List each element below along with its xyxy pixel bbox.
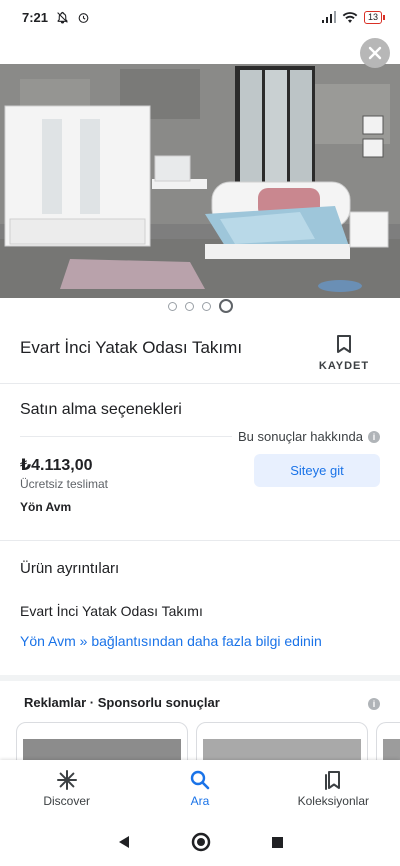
divider xyxy=(20,436,232,437)
collections-icon xyxy=(325,771,341,790)
back-icon[interactable] xyxy=(117,835,131,849)
about-results-label: Bu sonuçlar hakkında xyxy=(237,429,363,444)
close-button[interactable] xyxy=(360,38,390,68)
signal-icon xyxy=(321,11,336,23)
recents-icon[interactable] xyxy=(271,836,284,849)
search-icon xyxy=(190,770,210,790)
save-label: KAYDET xyxy=(318,360,370,372)
purchase-options-title: Satın alma seçenekleri xyxy=(20,401,182,418)
nav-label: Ara xyxy=(190,794,210,808)
carousel-dot-active[interactable] xyxy=(218,299,233,313)
product-title: Evart İnci Yatak Odası Takımı xyxy=(20,338,243,357)
carousel-dot[interactable] xyxy=(201,301,211,311)
nav-label: Discover xyxy=(43,794,90,808)
divider xyxy=(0,540,400,541)
more-info-link[interactable]: Yön Avm » bağlantısından daha fazla bilg… xyxy=(20,633,322,649)
product-description: Evart İnci Yatak Odası Takımı xyxy=(20,603,203,619)
ads-info-icon[interactable]: i xyxy=(368,698,380,710)
alarm-icon xyxy=(78,12,89,23)
bookmark-icon xyxy=(337,335,351,353)
visit-site-button[interactable]: Siteye git xyxy=(254,454,380,487)
close-icon xyxy=(368,46,382,60)
status-right: 13 xyxy=(321,10,386,24)
bedroom-set-image xyxy=(0,64,400,298)
product-header: Evart İnci Yatak Odası Takımı KAYDET xyxy=(0,326,400,382)
info-icon: i xyxy=(368,430,380,443)
bottom-navigation: Discover Ara Koleksiyonlar xyxy=(0,760,400,818)
about-results-link[interactable]: Bu sonuçlar hakkında i xyxy=(238,429,380,444)
divider xyxy=(0,383,400,384)
status-bar: 7:21 13 xyxy=(0,0,400,34)
wifi-icon xyxy=(342,12,358,23)
shipping-info: Ücretsiz teslimat xyxy=(20,477,109,491)
carousel-dot[interactable] xyxy=(184,301,194,311)
system-navigation xyxy=(0,818,400,866)
battery-indicator: 13 xyxy=(363,10,386,24)
save-button[interactable]: KAYDET xyxy=(318,334,370,372)
ads-header: Reklamlar · Sponsorlu sonuçlar xyxy=(24,695,220,710)
nav-search[interactable]: Ara xyxy=(133,760,266,818)
price: ₺4.113,00 xyxy=(20,457,93,474)
asterisk-icon xyxy=(56,770,77,790)
status-left: 7:21 xyxy=(22,10,90,25)
nav-discover[interactable]: Discover xyxy=(0,760,133,818)
seller-name[interactable]: Yön Avm xyxy=(20,500,71,514)
carousel-dot[interactable] xyxy=(167,301,177,311)
product-details-title: Ürün ayrıntıları xyxy=(20,560,120,577)
notifications-off-icon xyxy=(57,11,68,23)
home-icon[interactable] xyxy=(191,832,211,852)
nav-label: Koleksiyonlar xyxy=(297,794,369,808)
section-divider xyxy=(0,675,400,681)
carousel-indicator xyxy=(0,299,400,313)
status-time: 7:21 xyxy=(22,9,49,25)
product-image[interactable] xyxy=(0,64,400,298)
nav-collections[interactable]: Koleksiyonlar xyxy=(267,760,400,818)
